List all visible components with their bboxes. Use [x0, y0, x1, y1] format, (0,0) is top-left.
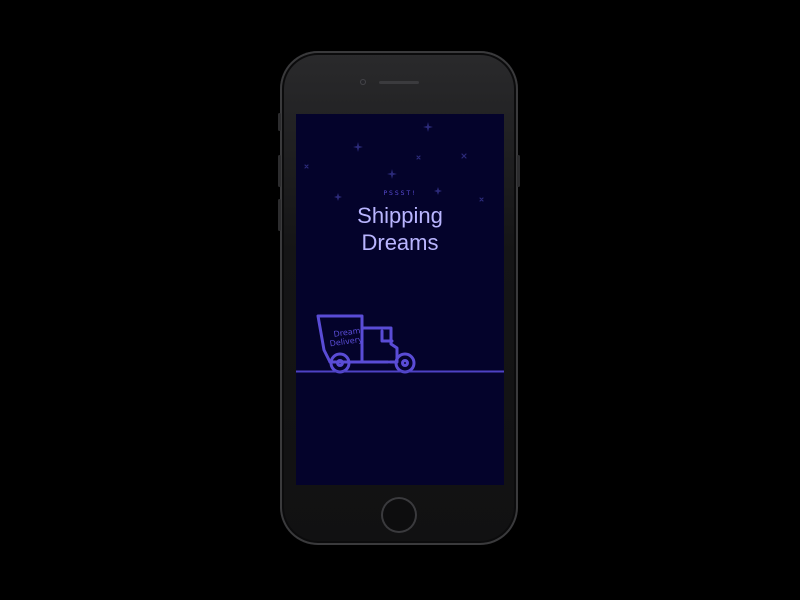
page-title: Shipping Dreams: [296, 202, 504, 256]
phone-power-button: [517, 155, 520, 187]
eyebrow-text: PSSST!: [383, 190, 417, 197]
sparkle-star-icon: [387, 169, 397, 179]
sparkle-star-icon: [353, 142, 363, 152]
stage: PSSST! Shipping Dreams Dream Delivery: [0, 0, 800, 600]
delivery-truck-illustration: Dream Delivery: [296, 314, 504, 374]
phone-volume-up-button: [278, 155, 281, 187]
phone-screen: PSSST! Shipping Dreams Dream Delivery: [296, 114, 504, 485]
home-button[interactable]: [381, 497, 417, 533]
page-title-line-2: Dreams: [361, 230, 439, 255]
phone-mute-switch: [278, 113, 281, 131]
sparkle-star-icon: [461, 153, 467, 159]
page-title-line-1: Shipping: [357, 203, 443, 228]
sparkle-star-icon: [304, 164, 309, 169]
earpiece-speaker: [379, 81, 419, 84]
front-camera: [360, 79, 366, 85]
phone-volume-down-button: [278, 199, 281, 231]
sparkle-star-icon: [423, 122, 433, 132]
sparkle-star-icon: [416, 155, 421, 160]
phone-mockup: PSSST! Shipping Dreams Dream Delivery: [278, 51, 520, 545]
sparkle-star-icon: [479, 197, 484, 202]
